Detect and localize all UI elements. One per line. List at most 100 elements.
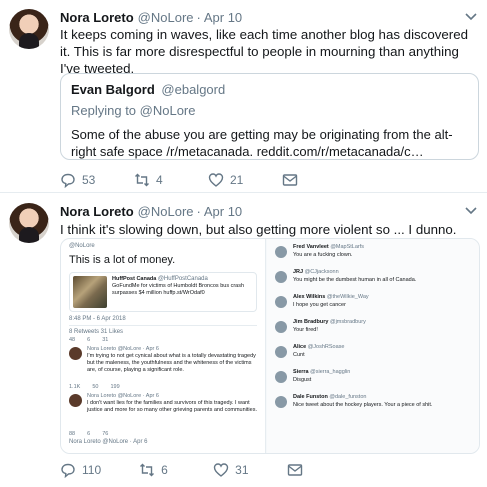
like-count: 21	[230, 173, 244, 187]
huffpost-card-text: HuffPost Canada @HuffPostCanada GoFundMe…	[112, 276, 262, 297]
reply-icon	[61, 173, 75, 188]
embed-top-handle: @NoLore	[69, 243, 95, 249]
embed-like-count: 31	[102, 337, 109, 343]
like-button[interactable]: 31	[213, 462, 249, 478]
embed-reply-count: 1.1K	[69, 384, 81, 390]
embed-reply-text: Nora Loreto @NoLore · Apr 6 I don't want…	[87, 393, 257, 414]
abuse-reply-item: Dale Funston @dale_funston Nice tweet ab…	[275, 394, 473, 418]
tweet-header: Nora Loreto @NoLore · Apr 10	[60, 204, 242, 219]
heart-icon	[208, 173, 224, 187]
abuse-reply-item: Alice @JoshRSoase Cunt	[275, 344, 473, 368]
avatar	[275, 321, 287, 333]
huffpost-card: HuffPost Canada @HuffPostCanada GoFundMe…	[69, 272, 257, 312]
reply-button[interactable]: 53	[60, 172, 96, 188]
embed-reply-tweet: Nora Loreto @NoLore · Apr 6 I'm trying t…	[69, 346, 257, 382]
embed-reply-head: Nora Loreto @NoLore · Apr 6	[87, 346, 159, 352]
author-name[interactable]: Nora Loreto	[60, 10, 134, 25]
separator-dot: ·	[196, 10, 201, 25]
avatar	[275, 296, 287, 308]
abuse-reply-author: JRJ @CJjacksonn	[293, 269, 339, 275]
timestamp[interactable]: Apr 10	[204, 10, 242, 25]
tweet-actions: 53 4 21	[60, 172, 342, 188]
huffpost-text: GoFundMe for victims of Humboldt Broncos…	[112, 283, 245, 296]
avatar	[275, 246, 287, 258]
abuse-reply-author: Jim Bradbury @jmsbradbury	[293, 319, 366, 325]
quote-author-handle: @ebalgord	[161, 82, 226, 97]
avatar	[275, 396, 287, 408]
embed-stats: 8 Retweets 31 Likes	[69, 329, 124, 335]
abuse-reply-author: Fred Vanvleet @MapStLarfs	[293, 244, 365, 250]
embed-like-count: 199	[110, 384, 120, 390]
retweet-icon	[140, 463, 155, 477]
abuse-reply-author: Dale Funston @dale_funston	[293, 394, 367, 400]
tweet-header: Nora Loreto @NoLore · Apr 10	[60, 10, 242, 25]
timestamp[interactable]: Apr 10	[204, 204, 242, 219]
avatar[interactable]	[9, 203, 49, 243]
embed-retweet-count: 6	[87, 431, 91, 437]
author-handle[interactable]: @NoLore	[138, 10, 194, 25]
divider	[69, 325, 257, 326]
embed-reply-body: I don't want lies for the families and s…	[87, 400, 257, 413]
embed-reply-head: Nora Loreto @NoLore · Apr 6	[69, 439, 148, 445]
like-count: 31	[235, 463, 249, 477]
tweet[interactable]: Nora Loreto @NoLore · Apr 10 It keeps co…	[0, 0, 487, 193]
avatar	[69, 394, 82, 407]
news-thumbnail	[73, 276, 107, 308]
quote-replying-to: Replying to @NoLore	[71, 103, 196, 118]
tweet-text: It keeps coming in waves, like each time…	[60, 27, 468, 76]
avatar	[69, 347, 82, 360]
like-button[interactable]: 21	[208, 172, 244, 188]
quote-header: Evan Balgord @ebalgord	[71, 82, 468, 97]
abuse-reply-item: Fred Vanvleet @MapStLarfs You are a fuck…	[275, 244, 473, 268]
abuse-reply-text: You are a fucking clown.	[293, 252, 353, 258]
avatar	[275, 271, 287, 283]
embed-action-row: 88 6 76	[69, 431, 257, 437]
embed-reply-head: Nora Loreto @NoLore · Apr 6	[87, 393, 159, 399]
direct-message-button[interactable]	[287, 462, 309, 478]
embed-timestamp: 8:48 PM - 6 Apr 2018	[69, 316, 126, 322]
quoted-tweet[interactable]: Evan Balgord @ebalgord Replying to @NoLo…	[60, 73, 479, 160]
chevron-down-icon[interactable]	[465, 12, 477, 24]
embed-big-line: This is a lot of money.	[69, 254, 176, 266]
abuse-reply-author: Alex Wilkins @theWilkie_Way	[293, 294, 369, 300]
screenshot-left: @NoLore This is a lot of money. HuffPost…	[61, 239, 266, 453]
separator-dot: ·	[196, 204, 201, 219]
retweet-button[interactable]: 6	[139, 462, 175, 478]
abuse-reply-text: You might be the dumbest human in all of…	[293, 277, 417, 283]
retweet-icon	[135, 173, 149, 187]
direct-message-button[interactable]	[282, 172, 304, 188]
embed-retweet-count: 50	[92, 384, 99, 390]
attached-image[interactable]: @NoLore This is a lot of money. HuffPost…	[60, 238, 480, 454]
abuse-reply-item: Alex Wilkins @theWilkie_Way I hope you g…	[275, 294, 473, 318]
abuse-reply-text: Cunt	[293, 352, 305, 358]
abuse-reply-text: Your fired!	[293, 327, 318, 333]
tweet-text: I think it's slowing down, but also gett…	[60, 222, 457, 237]
retweet-button[interactable]: 4	[134, 172, 170, 188]
abuse-reply-item: JRJ @CJjacksonn You might be the dumbest…	[275, 269, 473, 293]
abuse-reply-text: I hope you get cancer	[293, 302, 346, 308]
heart-icon	[213, 463, 229, 477]
chevron-down-icon[interactable]	[465, 206, 477, 218]
reply-count: 110	[82, 463, 102, 477]
quote-text: Some of the abuse you are getting may be…	[71, 127, 453, 159]
avatar	[275, 346, 287, 358]
abuse-reply-item: Sierra @sierra_hagglin Disgust	[275, 369, 473, 393]
tweet-actions: 110 6 31	[60, 462, 347, 478]
abuse-reply-text: Nice tweet about the hockey players. You…	[293, 402, 433, 408]
embed-action-row: 48 6 31	[69, 337, 257, 343]
avatar[interactable]	[9, 9, 49, 49]
author-name[interactable]: Nora Loreto	[60, 204, 134, 219]
envelope-icon	[282, 174, 298, 186]
reply-button[interactable]: 110	[60, 462, 101, 478]
huffpost-handle: @HuffPostCanada	[157, 276, 208, 282]
embed-reply-count: 88	[69, 431, 76, 437]
embed-like-count: 76	[102, 431, 109, 437]
reply-icon	[61, 463, 75, 478]
envelope-icon	[287, 464, 303, 476]
abuse-reply-text: Disgust	[293, 377, 312, 383]
quote-author-name: Evan Balgord	[71, 82, 155, 97]
tweet[interactable]: Nora Loreto @NoLore · Apr 10 I think it'…	[0, 194, 487, 487]
huffpost-name: HuffPost Canada	[112, 276, 157, 282]
author-handle[interactable]: @NoLore	[138, 204, 194, 219]
screenshot-right: Fred Vanvleet @MapStLarfs You are a fuck…	[267, 239, 479, 453]
